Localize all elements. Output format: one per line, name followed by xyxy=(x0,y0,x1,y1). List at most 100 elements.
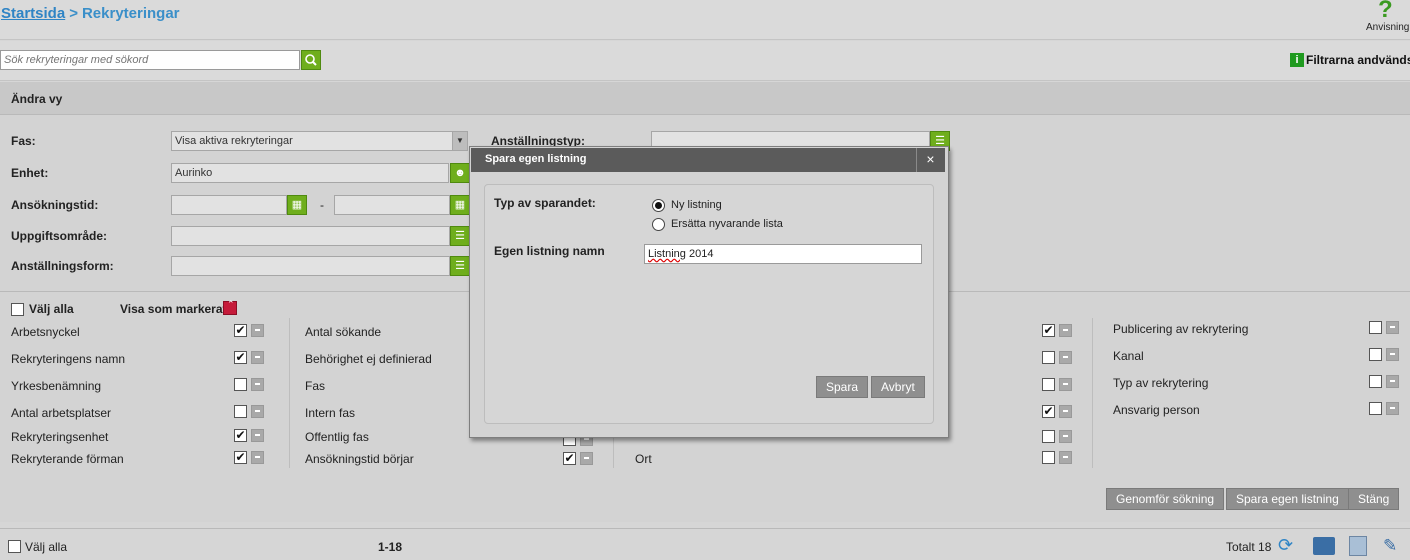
column-checkbox[interactable] xyxy=(1042,378,1055,391)
list-name-word: Listning xyxy=(648,248,686,260)
export-icon[interactable] xyxy=(1349,536,1367,556)
column-checkbox[interactable] xyxy=(234,405,247,418)
help-label[interactable]: Anvisning xyxy=(1366,22,1409,33)
filter-notice-text: Filtrarna andvänds xyxy=(1306,52,1410,67)
list-picker-button[interactable]: ☰ xyxy=(450,256,470,276)
dialog-save-button[interactable]: Spara xyxy=(816,376,869,398)
date-range-dash: - xyxy=(320,198,324,212)
person-picker-button[interactable]: ☻ xyxy=(450,163,470,183)
search-input[interactable] xyxy=(0,50,300,70)
column-checkbox[interactable] xyxy=(1042,430,1055,443)
calendar-from-button[interactable]: ▦ xyxy=(287,195,307,215)
footer-select-all-label: Välj alla xyxy=(25,540,68,554)
radio-new-list-label: Ny listning xyxy=(671,199,722,211)
select-all-checkbox[interactable] xyxy=(11,303,24,316)
footer-select-all-checkbox[interactable] xyxy=(8,540,21,553)
move-icon[interactable] xyxy=(251,405,264,418)
refresh-icon[interactable]: ⟳ xyxy=(1278,535,1302,557)
move-icon[interactable] xyxy=(1386,402,1399,415)
column-checkbox[interactable] xyxy=(1042,451,1055,464)
move-icon[interactable] xyxy=(1059,324,1072,337)
fas-label: Fas: xyxy=(11,134,36,148)
anstallningsform-field[interactable] xyxy=(171,256,450,276)
close-icon[interactable]: × xyxy=(916,148,944,172)
column-checkbox[interactable] xyxy=(1369,321,1382,334)
column-item-label: Kanal xyxy=(1113,349,1144,363)
radio-replace-list-label: Ersätta nyvarande lista xyxy=(671,218,783,230)
move-icon[interactable] xyxy=(580,452,593,465)
arrow-up-icon: ⌃ xyxy=(227,299,235,309)
column-checkbox[interactable] xyxy=(234,378,247,391)
total-count: Totalt 18 xyxy=(1226,540,1272,554)
run-search-button[interactable]: Genomför sökning xyxy=(1106,488,1225,510)
column-checkbox[interactable] xyxy=(563,452,576,465)
column-checkbox[interactable] xyxy=(234,351,247,364)
column-item-label: Fas xyxy=(305,379,326,393)
filter-notice[interactable]: i Filtrarna andvänds xyxy=(1290,52,1410,67)
column-checkbox[interactable] xyxy=(234,324,247,337)
list-icon: ☰ xyxy=(455,260,465,272)
dialog-cancel-button[interactable]: Avbryt xyxy=(871,376,925,398)
move-icon[interactable] xyxy=(251,351,264,364)
column-item-label: Ort xyxy=(635,452,652,466)
move-icon[interactable] xyxy=(251,451,264,464)
move-icon[interactable] xyxy=(1386,321,1399,334)
question-icon[interactable]: ? xyxy=(1378,0,1393,24)
column-checkbox[interactable] xyxy=(1369,402,1382,415)
move-icon[interactable] xyxy=(1059,430,1072,443)
save-list-button[interactable]: Spara egen listning xyxy=(1226,488,1349,510)
column-divider xyxy=(1092,318,1093,468)
list-name-input[interactable]: Listning 2014 xyxy=(644,244,922,264)
radio-replace-list[interactable] xyxy=(652,218,665,231)
enhet-field[interactable]: Aurinko xyxy=(171,163,449,183)
column-checkbox[interactable] xyxy=(234,429,247,442)
select-all-label: Välj alla xyxy=(29,302,74,316)
column-checkbox[interactable] xyxy=(234,451,247,464)
list-name-rest: 2014 xyxy=(685,248,714,260)
dialog-title: Spara egen listning xyxy=(485,153,587,165)
move-icon[interactable] xyxy=(1386,375,1399,388)
move-icon[interactable] xyxy=(1059,351,1072,364)
save-type-label: Typ av sparandet: xyxy=(494,196,596,210)
print-icon[interactable] xyxy=(1313,537,1335,555)
move-icon[interactable] xyxy=(1059,451,1072,464)
chevron-down-icon[interactable]: ▼ xyxy=(452,131,468,151)
fas-select[interactable]: Visa aktiva rekryteringar xyxy=(171,131,453,151)
info-icon: i xyxy=(1290,52,1304,67)
column-item-label: Antal sökande xyxy=(305,325,382,339)
calendar-to-button[interactable]: ▦ xyxy=(450,195,470,215)
breadcrumb-current: Rekryteringar xyxy=(81,5,180,22)
column-checkbox[interactable] xyxy=(1369,375,1382,388)
close-panel-button[interactable]: Stäng xyxy=(1348,488,1400,510)
column-checkbox[interactable] xyxy=(1042,324,1055,337)
breadcrumb-home-link[interactable]: Startsida xyxy=(1,5,65,22)
column-item-label: Arbetsnyckel xyxy=(11,325,80,339)
column-checkbox[interactable] xyxy=(1042,351,1055,364)
move-icon[interactable] xyxy=(251,429,264,442)
column-item-label: Rekryteringsenhet xyxy=(11,430,109,444)
ansokningstid-to-field[interactable] xyxy=(334,195,450,215)
ansokningstid-from-field[interactable] xyxy=(171,195,287,215)
wrench-icon[interactable]: ✎ xyxy=(1383,536,1405,556)
list-name-label: Egen listning namn xyxy=(494,244,605,258)
breadcrumb: Startsida > Rekryteringar xyxy=(1,5,180,22)
enhet-label: Enhet: xyxy=(11,166,49,180)
move-icon[interactable] xyxy=(1386,348,1399,361)
column-checkbox[interactable] xyxy=(1369,348,1382,361)
search-icon xyxy=(305,54,317,66)
list-picker-button[interactable]: ☰ xyxy=(450,226,470,246)
move-icon[interactable] xyxy=(1059,405,1072,418)
show-marked-toggle[interactable]: ⌃ xyxy=(223,299,237,315)
breadcrumb-separator: > xyxy=(69,5,78,22)
move-icon[interactable] xyxy=(251,324,264,337)
column-item-label: Ansökningstid börjar xyxy=(305,452,414,466)
move-icon[interactable] xyxy=(1059,378,1072,391)
top-bar xyxy=(0,0,1410,40)
person-icon: ☻ xyxy=(454,167,466,179)
calendar-icon: ▦ xyxy=(291,199,303,211)
uppgiftsomrade-field[interactable] xyxy=(171,226,450,246)
radio-new-list[interactable] xyxy=(652,199,665,212)
column-checkbox[interactable] xyxy=(1042,405,1055,418)
search-button[interactable] xyxy=(301,50,321,70)
move-icon[interactable] xyxy=(251,378,264,391)
